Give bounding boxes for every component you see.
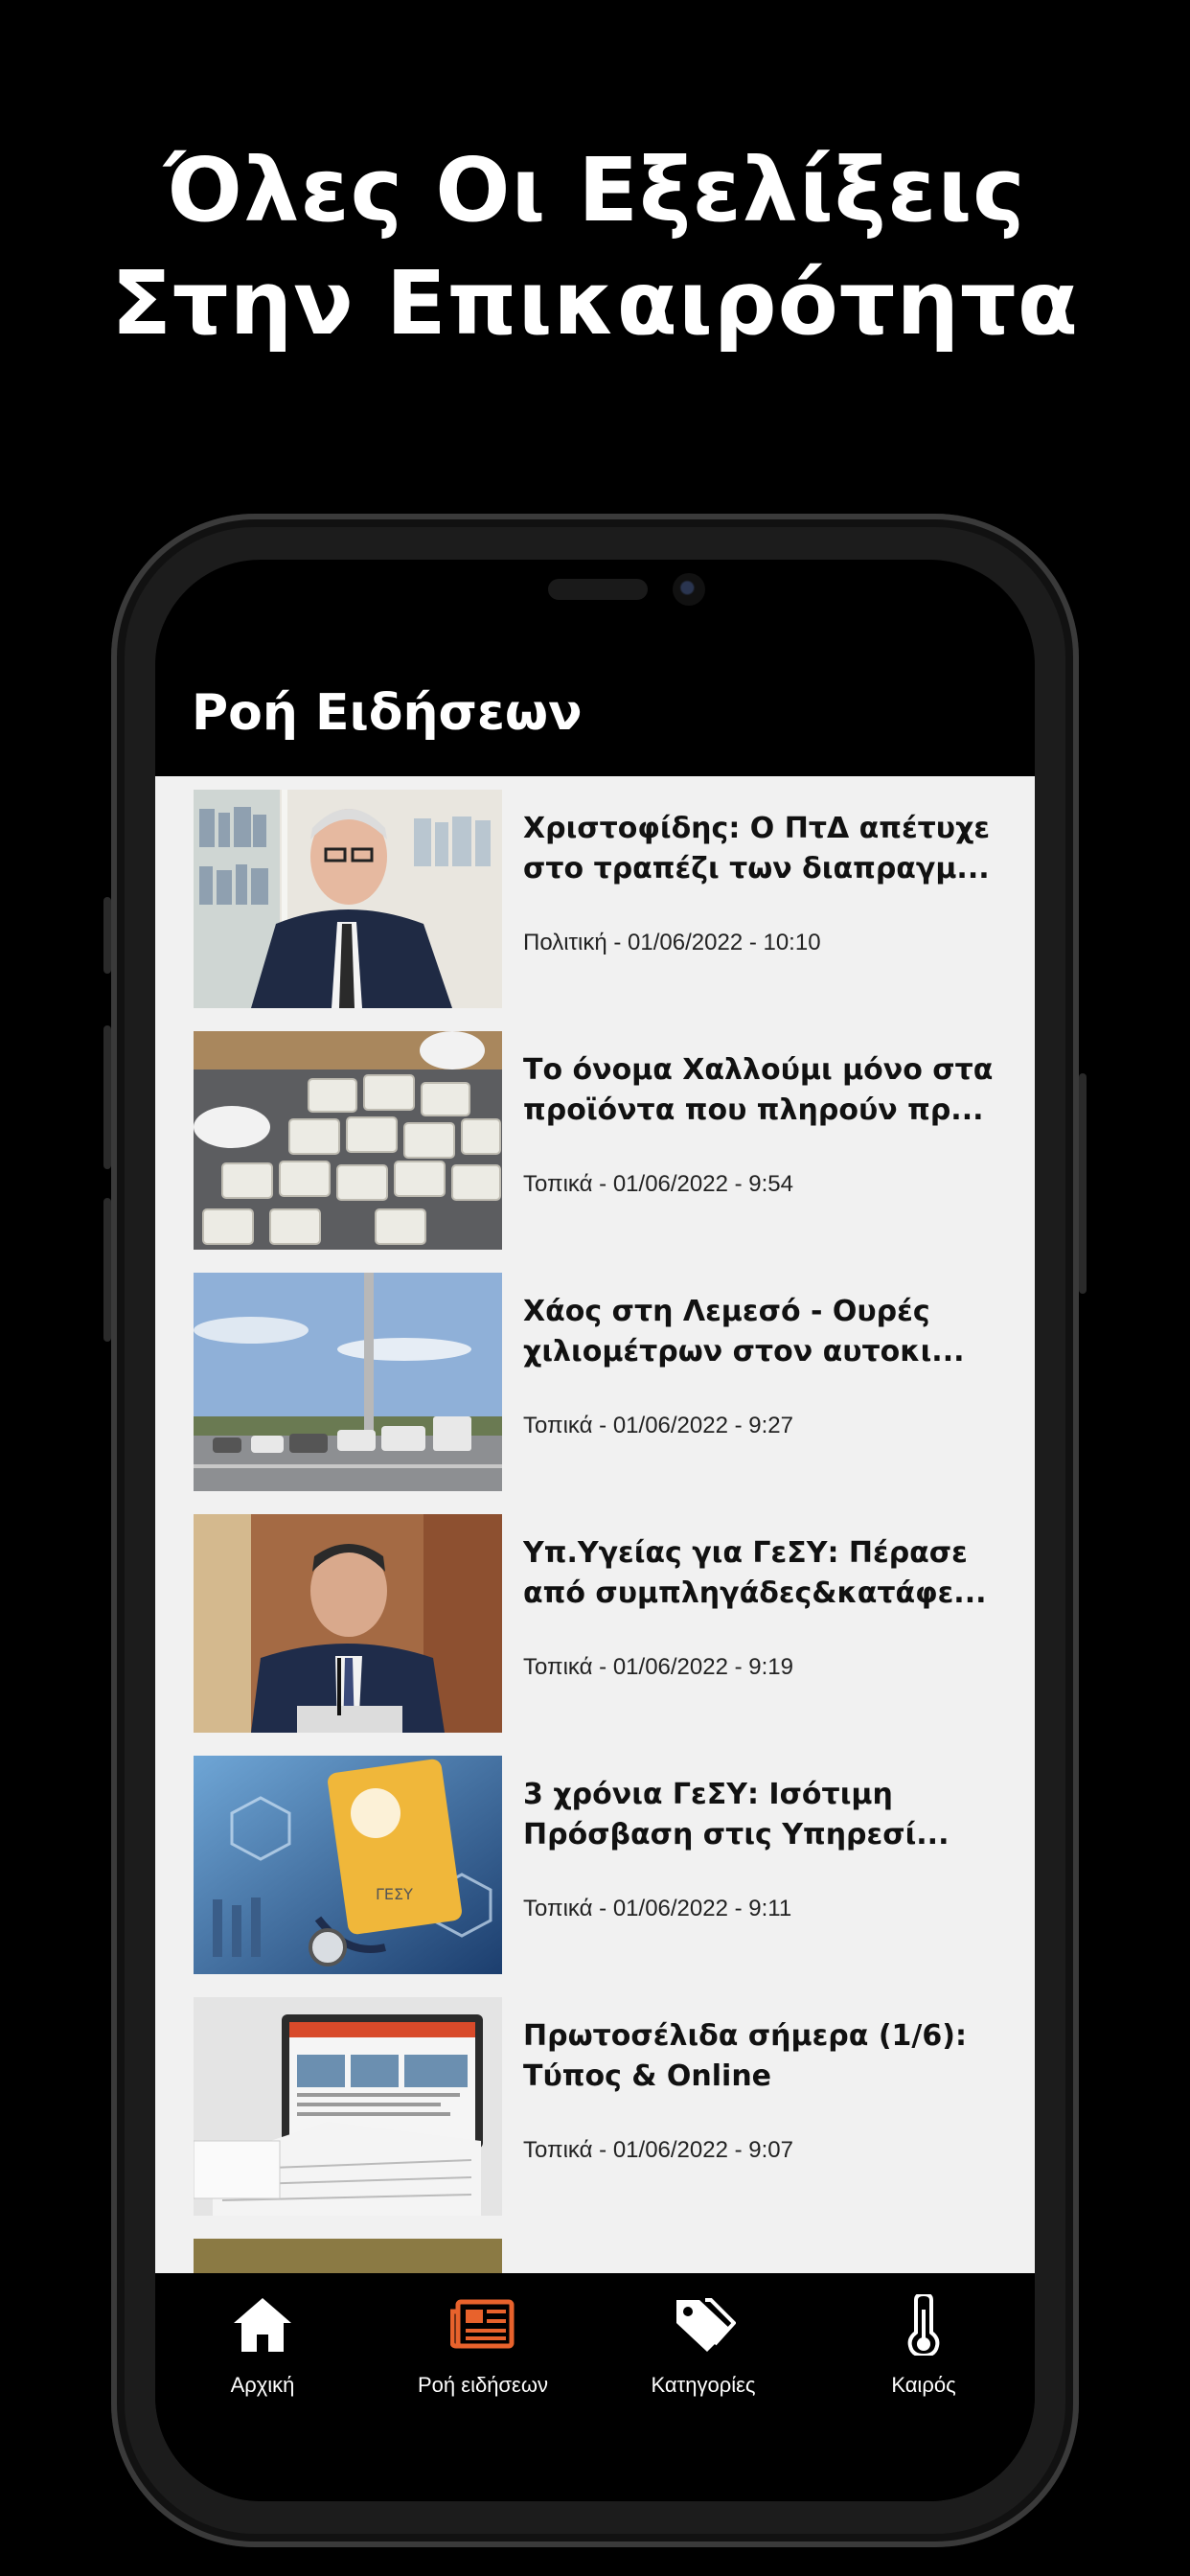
article-title-line1: Το όνομα Χαλλούμι μόνο στα [523, 1053, 994, 1087]
tab-label: Αρχική [230, 2373, 295, 2397]
article-title-line2: από συμπληγάδες&κατάφε... [523, 1576, 987, 1610]
article-meta: Τοπικά - 01/06/2022 - 9:27 [523, 1413, 793, 1438]
tab-categories[interactable]: Κατηγορίες [598, 2294, 809, 2409]
article-title-line2: χιλιομέτρων στον αυτοκι... [523, 1335, 965, 1368]
article-meta: Τοπικά - 01/06/2022 - 9:11 [523, 1896, 792, 1921]
article-meta: Τοπικά - 01/06/2022 - 9:19 [523, 1654, 793, 1680]
list-item[interactable]: Πρωτοσέλιδα σήμερα (1/6): Τύπος & Online… [194, 1997, 1018, 2216]
article-title-line2: στο τραπέζι των διαπραγμ... [523, 852, 990, 886]
article-title-line2: Πρόσβαση στις Υπηρεσί... [523, 1818, 950, 1852]
thermometer-icon [907, 2294, 940, 2356]
promo-headline-line2: Στην Επικαιρότητα [111, 252, 1079, 355]
phone-notch [383, 560, 809, 629]
front-camera [673, 573, 705, 606]
article-title-line1: Πρωτοσέλιδα σήμερα (1/6): [523, 2019, 967, 2053]
bottom-tab-bar: Αρχική Ροή ειδήσεων Κατηγορίες Καιρός [155, 2273, 1035, 2501]
article-thumbnail [194, 1273, 502, 1491]
phone-side-button [103, 897, 111, 974]
article-title-line1: Υπ.Υγείας για ΓεΣΥ: Πέρασε [523, 1536, 968, 1570]
article-title[interactable]: Χριστοφίδης: Ο ΠτΔ απέτυχε στο τραπέζι τ… [523, 809, 1002, 889]
news-feed-list[interactable]: Χριστοφίδης: Ο ΠτΔ απέτυχε στο τραπέζι τ… [155, 776, 1035, 2294]
phone-volume-down-button [103, 1198, 111, 1342]
promo-headline: Όλες Οι Εξελίξεις Στην Επικαιρότητα [0, 134, 1190, 360]
phone-power-button [1079, 1073, 1087, 1294]
tab-weather[interactable]: Καιρός [818, 2294, 1029, 2409]
article-title-line2: προϊόντα που πληρούν πρ... [523, 1093, 984, 1127]
speaker-grille [548, 579, 648, 600]
page-title: Ροή Ειδήσεων [192, 684, 583, 742]
article-title-line1: Χριστοφίδης: Ο ΠτΔ απέτυχε [523, 812, 991, 845]
newspaper-icon [450, 2299, 515, 2349]
article-title[interactable]: 3 χρόνια ΓεΣΥ: Ισότιμη Πρόσβαση στις Υπη… [523, 1775, 1002, 1855]
home-icon [234, 2298, 291, 2352]
article-title-line2: Τύπος & Online [523, 2059, 772, 2093]
article-title-line1: Χάος στη Λεμεσό - Ουρές [523, 1295, 930, 1328]
list-item[interactable]: Το όνομα Χαλλούμι μόνο στα προϊόντα που … [194, 1031, 1018, 1250]
list-item[interactable]: Υπ.Υγείας για ΓεΣΥ: Πέρασε από συμπληγάδ… [194, 1514, 1018, 1733]
article-title[interactable]: Υπ.Υγείας για ΓεΣΥ: Πέρασε από συμπληγάδ… [523, 1533, 1002, 1614]
phone-volume-up-button [103, 1025, 111, 1169]
list-item[interactable]: Χάος στη Λεμεσό - Ουρές χιλιομέτρων στον… [194, 1273, 1018, 1491]
article-thumbnail [194, 1514, 502, 1733]
tags-icon [676, 2298, 736, 2352]
list-item[interactable]: Χριστοφίδης: Ο ΠτΔ απέτυχε στο τραπέζι τ… [194, 790, 1018, 1008]
article-title-line1: 3 χρόνια ΓεΣΥ: Ισότιμη [523, 1778, 893, 1811]
article-title[interactable]: Χάος στη Λεμεσό - Ουρές χιλιομέτρων στον… [523, 1292, 1002, 1372]
article-meta: Τοπικά - 01/06/2022 - 9:07 [523, 2137, 793, 2163]
article-thumbnail: ΓΕΣΥ [194, 1756, 502, 1974]
phone-screen: Ροή Ειδήσεων Χριστοφίδης: Ο ΠτΔ απέτυχε … [155, 560, 1035, 2501]
article-meta: Τοπικά - 01/06/2022 - 9:54 [523, 1171, 793, 1197]
tab-news-feed[interactable]: Ροή ειδήσεων [378, 2294, 588, 2409]
article-thumbnail [194, 1997, 502, 2216]
article-title[interactable]: Πρωτοσέλιδα σήμερα (1/6): Τύπος & Online [523, 2016, 1002, 2097]
tab-label: Καιρός [891, 2373, 956, 2397]
promo-headline-line1: Όλες Οι Εξελίξεις [164, 139, 1026, 242]
list-item[interactable]: ΓΕΣΥ 3 χρόνια ΓεΣΥ: Ισότιμη Πρόσβαση στι… [194, 1756, 1018, 1974]
tab-label: Κατηγορίες [651, 2373, 756, 2397]
article-thumbnail [194, 1031, 502, 1250]
article-meta: Πολιτική - 01/06/2022 - 10:10 [523, 930, 821, 955]
tab-label: Ροή ειδήσεων [418, 2373, 548, 2397]
gesy-folder-label: ΓΕΣΥ [376, 1885, 413, 1903]
tab-home[interactable]: Αρχική [157, 2294, 368, 2409]
article-title[interactable]: Το όνομα Χαλλούμι μόνο στα προϊόντα που … [523, 1050, 1002, 1131]
article-thumbnail [194, 790, 502, 1008]
